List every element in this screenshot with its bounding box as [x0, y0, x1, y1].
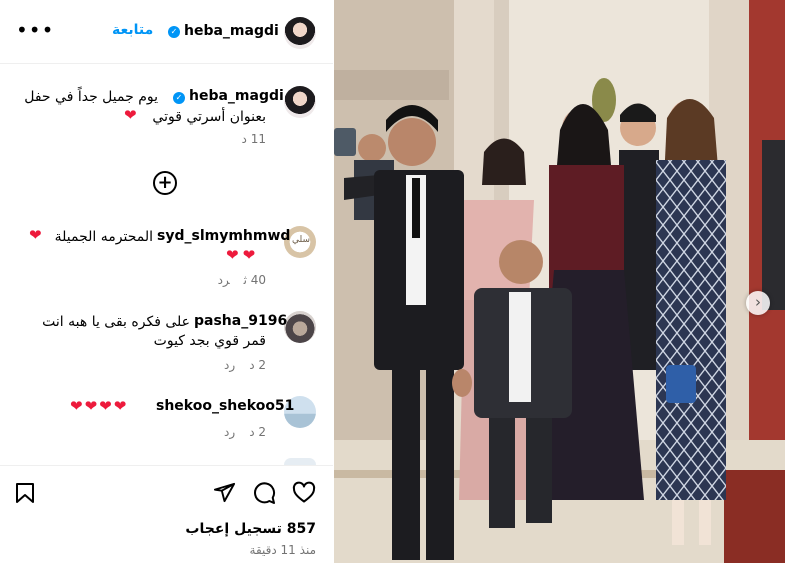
comment-text: المحترمه الجميلة — [54, 229, 153, 245]
reply-button[interactable]: رد — [224, 425, 235, 439]
avatar[interactable] — [284, 17, 316, 49]
comment-icon[interactable] — [252, 481, 276, 505]
heart-emoji-icon: ❤ — [70, 397, 85, 415]
heart-emoji-icon: ❤ — [113, 397, 129, 415]
divider — [0, 465, 333, 466]
next-icon[interactable]: › — [746, 291, 770, 315]
caption-username[interactable]: heba_magdi — [189, 88, 284, 104]
comment-avatar[interactable] — [284, 311, 316, 343]
comment-time: 2 د — [249, 425, 266, 439]
heart-emoji-icon: ❤ — [124, 106, 137, 124]
caption-time: 11 د — [241, 132, 266, 146]
comment-meta: 2 د رد — [210, 425, 266, 439]
caption-text-line2: بعنوان أسرتي قوتي — [152, 109, 266, 125]
verified-icon: ✓ — [173, 92, 185, 104]
comment-username[interactable]: pasha_9196 — [194, 313, 287, 329]
comment-text-line2: قمر قوي بجد كيوت — [153, 333, 266, 349]
share-icon[interactable] — [213, 481, 236, 504]
comment-text: على فكره بقى يا هبه انت — [42, 314, 190, 330]
heart-emoji-icon: ❤ — [226, 246, 239, 264]
comment-meta: 40 ث رد — [204, 273, 266, 287]
heart-icon[interactable] — [292, 481, 316, 504]
post-side-panel: ••• متابعة ✓ heba_magdi heba_magdi ✓ يوم… — [0, 0, 333, 563]
comment-username[interactable]: syd_slmymhmwd — [157, 228, 290, 244]
caption-text: يوم جميل جداً في حفل — [24, 89, 158, 105]
save-icon[interactable] — [15, 482, 35, 504]
post-photo — [334, 0, 785, 563]
more-icon[interactable]: ••• — [16, 20, 54, 40]
comment-avatar[interactable] — [284, 458, 316, 465]
comment-time: 40 ث — [243, 273, 266, 287]
comment-time: 2 د — [249, 358, 266, 372]
follow-button[interactable]: متابعة — [112, 22, 153, 38]
header-username[interactable]: heba_magdi — [184, 23, 279, 39]
likes-count[interactable]: 857 تسجيل إعجاب — [185, 521, 316, 537]
comment-meta: 2 د رد — [210, 358, 266, 372]
comment-hearts: ❤❤❤❤ — [70, 396, 128, 415]
reply-button[interactable]: رد — [218, 273, 230, 287]
heart-emoji-icon: ❤ — [242, 246, 256, 264]
caption-avatar[interactable] — [284, 86, 316, 118]
add-comment-icon[interactable]: + — [153, 171, 177, 195]
verified-icon: ✓ — [168, 26, 180, 38]
post-time[interactable]: منذ 11 دقيقة — [250, 543, 316, 557]
heart-emoji-icon: ❤ — [84, 397, 100, 415]
reply-button[interactable]: رد — [224, 358, 235, 372]
heart-emoji-icon: ❤ — [99, 397, 114, 415]
post-header: ••• متابعة ✓ heba_magdi — [0, 0, 333, 64]
avatar-label: سلي — [292, 235, 311, 245]
comment-hearts: ❤ ❤ — [226, 245, 255, 264]
heart-emoji-icon: ❤ — [29, 226, 42, 244]
comment-username[interactable]: shekoo_shekoo51 — [156, 398, 294, 414]
